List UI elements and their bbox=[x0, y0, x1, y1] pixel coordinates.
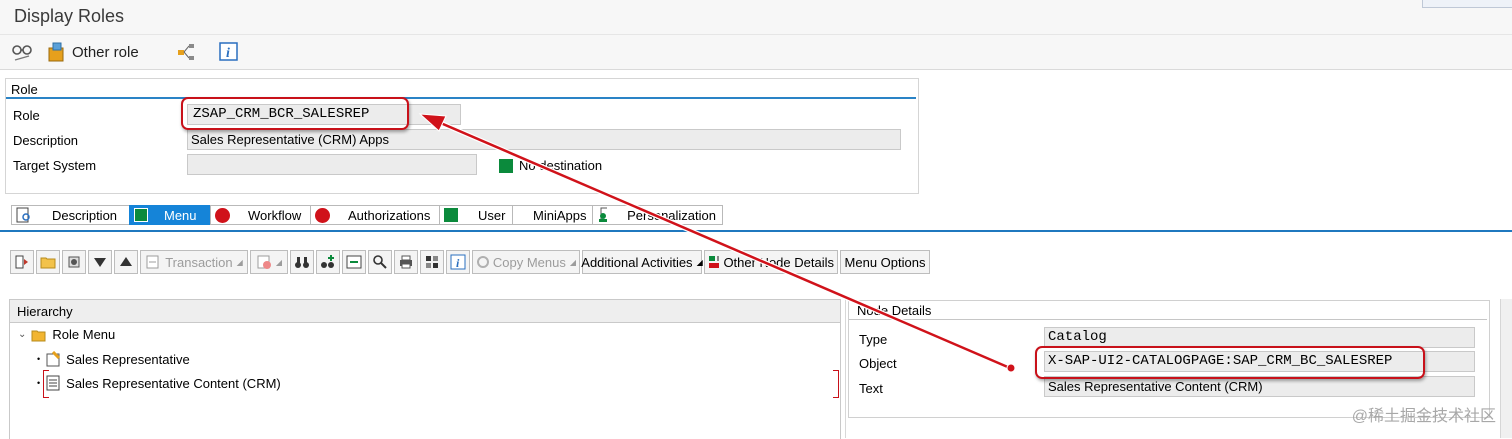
watermark: @稀土掘金技术社区 bbox=[1351, 408, 1496, 425]
annotation-arrow bbox=[418, 113, 1016, 373]
